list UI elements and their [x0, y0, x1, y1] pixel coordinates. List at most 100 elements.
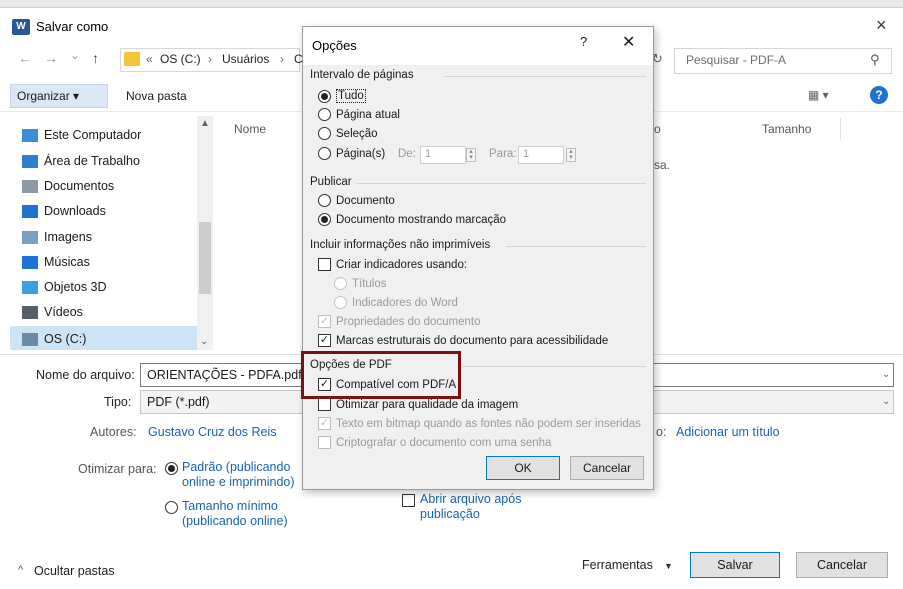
up-arrow-icon[interactable]: ↑ [92, 50, 99, 66]
filename-input-extension[interactable] [646, 363, 894, 387]
optimize-minimum-radio[interactable] [165, 501, 178, 514]
label-markup: Documento mostrando marcação [336, 213, 507, 226]
highlight-annotation-box [301, 351, 461, 399]
window-title: Salvar como [36, 19, 109, 34]
sidebar-item-label: Imagens [44, 230, 92, 244]
optimize-image-checkbox[interactable] [318, 398, 331, 411]
group-divider [506, 246, 646, 247]
label-optimize-image: Otimizar para qualidade da imagem [336, 398, 519, 411]
add-title-link[interactable]: Adicionar um título [676, 425, 780, 439]
label-headings: Títulos [352, 277, 387, 290]
breadcrumb-users[interactable]: Usuários [222, 52, 269, 66]
page-range-pages-option[interactable]: Página(s) [318, 147, 385, 160]
tools-button[interactable]: Ferramentas [582, 558, 653, 572]
column-header-fragment[interactable]: o [654, 122, 661, 136]
publish-document-option[interactable]: Documento [318, 194, 395, 207]
radio-document[interactable] [318, 194, 331, 207]
sidebar-item[interactable]: Músicas [22, 251, 90, 273]
bitmap-text-option: ✓ Texto em bitmap quando as fontes não p… [318, 417, 641, 430]
sidebar-scroll-thumb[interactable] [199, 222, 211, 294]
open-after-checkbox[interactable] [402, 494, 415, 507]
help-icon[interactable]: ? [870, 86, 888, 104]
structure-tags-option[interactable]: ✓ Marcas estruturais do documento para a… [318, 334, 608, 347]
sidebar-item-label: Área de Trabalho [44, 154, 140, 168]
sidebar-item[interactable]: Documentos [22, 175, 114, 197]
options-cancel-button[interactable]: Cancelar [570, 456, 644, 480]
sidebar-item-label: OS (C:) [44, 332, 87, 346]
filename-input[interactable]: ORIENTAÇÕES - PDFA.pdf [140, 363, 304, 387]
to-spinner[interactable]: ▴ ▾ [566, 148, 576, 162]
music-icon [22, 255, 38, 269]
tools-dropdown-icon[interactable]: ▼ [664, 561, 673, 571]
scroll-down-icon[interactable]: ⌄ [200, 336, 208, 347]
sidebar-item[interactable]: Vídeos [22, 301, 83, 323]
bookmarks-checkbox[interactable] [318, 258, 331, 271]
breadcrumb-overflow[interactable]: « [146, 52, 153, 66]
view-options-icon[interactable]: ▦ ▾ [808, 88, 829, 102]
open-after-label[interactable]: Abrir arquivo após publicação [420, 492, 530, 522]
close-icon[interactable]: × [876, 15, 887, 36]
search-icon[interactable]: ⚲ [870, 52, 880, 68]
chevron-down-icon[interactable]: ⌄ [882, 369, 890, 380]
radio-current[interactable] [318, 108, 331, 121]
label-structure-tags: Marcas estruturais do documento para ace… [336, 334, 609, 347]
help-icon[interactable]: ? [580, 34, 587, 49]
scroll-up-icon[interactable]: ▲ [200, 118, 210, 129]
sidebar-item[interactable]: Objetos 3D [22, 276, 107, 298]
optimize-standard-label[interactable]: Padrão (publicando online e imprimindo) [182, 460, 302, 490]
page-range-selection-option[interactable]: Seleção [318, 127, 378, 140]
sidebar-item[interactable]: Este Computador [22, 124, 141, 146]
structure-tags-checkbox[interactable]: ✓ [318, 334, 331, 347]
bookmarks-word-option: Indicadores do Word [334, 296, 458, 309]
label-word-bookmarks: Indicadores do Word [352, 296, 458, 309]
ok-button[interactable]: OK [486, 456, 560, 480]
title-label-fragment: o: [656, 425, 667, 439]
from-input[interactable]: 1 [420, 146, 466, 164]
to-label: Para: [489, 148, 517, 160]
sidebar-item-label: Músicas [44, 255, 90, 269]
optimize-image-option[interactable]: Otimizar para qualidade da imagem [318, 398, 518, 411]
radio-pages[interactable] [318, 147, 331, 160]
list-message-fragment: sa. [654, 158, 671, 172]
forward-arrow-icon[interactable]: → [44, 50, 58, 66]
recent-locations-icon[interactable]: ⌄ [70, 48, 80, 62]
authors-value[interactable]: Gustavo Cruz dos Reis [148, 425, 277, 439]
from-spinner[interactable]: ▴ ▾ [466, 148, 476, 162]
breadcrumb-drive[interactable]: OS (C:) [160, 52, 201, 66]
radio-all[interactable] [318, 89, 331, 103]
column-header-name[interactable]: Nome [234, 122, 266, 136]
page-range-current-option[interactable]: Página atual [318, 108, 400, 121]
publish-markup-option[interactable]: Documento mostrando marcação [318, 213, 506, 226]
radio-word-bookmarks [334, 296, 347, 309]
sidebar-item[interactable]: Área de Trabalho [22, 150, 140, 172]
properties-option: ✓ Propriedades do documento [318, 315, 481, 328]
radio-markup[interactable] [318, 213, 331, 226]
sidebar-item[interactable]: Imagens [22, 226, 92, 248]
radio-selection[interactable] [318, 127, 331, 140]
label-all: Tudo [336, 89, 366, 103]
save-button[interactable]: Salvar [690, 552, 780, 578]
new-folder-button[interactable]: Nova pasta [126, 89, 187, 103]
3d-objects-icon [22, 280, 38, 294]
optimize-minimum-label[interactable]: Tamanho mínimo (publicando online) [182, 499, 302, 529]
optimize-standard-radio[interactable] [165, 462, 178, 475]
videos-icon [22, 305, 38, 319]
to-input[interactable]: 1 [518, 146, 564, 164]
file-type-select-extension[interactable] [646, 390, 894, 414]
hide-folders-button[interactable]: Ocultar pastas [34, 564, 115, 578]
create-bookmarks-option[interactable]: Criar indicadores usando: [318, 258, 467, 271]
properties-checkbox: ✓ [318, 315, 331, 328]
cancel-button[interactable]: Cancelar [796, 552, 888, 578]
file-type-select[interactable]: PDF (*.pdf) [140, 390, 304, 414]
organize-button[interactable]: Organizar ▾ [10, 84, 108, 108]
back-arrow-icon[interactable]: ← [18, 50, 32, 66]
type-label: Tipo: [104, 395, 132, 409]
close-icon[interactable]: ✕ [622, 32, 635, 52]
column-header-size[interactable]: Tamanho [762, 122, 811, 136]
chevron-up-icon[interactable]: ^ [18, 564, 23, 576]
chevron-down-icon[interactable]: ⌄ [882, 396, 890, 407]
radio-headings [334, 277, 347, 290]
page-range-all-option[interactable]: Tudo [318, 89, 366, 103]
sidebar-item[interactable]: Downloads [22, 200, 106, 222]
sidebar-item[interactable]: OS (C:) [22, 328, 86, 350]
